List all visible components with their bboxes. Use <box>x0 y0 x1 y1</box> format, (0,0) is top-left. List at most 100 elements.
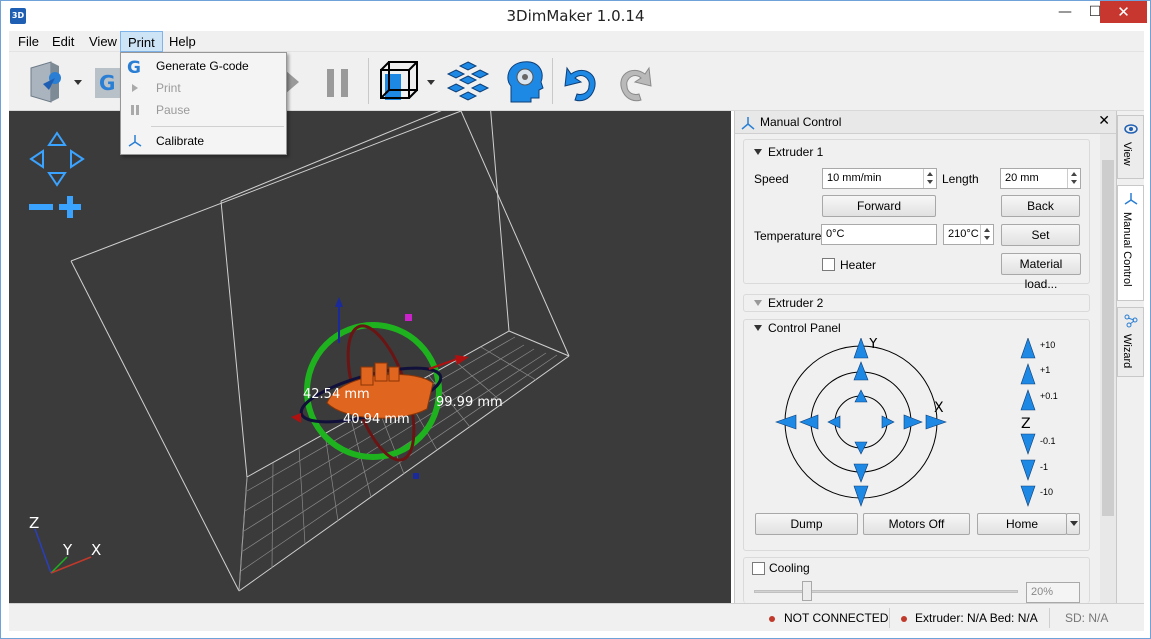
cooling-slider-track[interactable] <box>754 590 1018 593</box>
menu-help[interactable]: Help <box>162 31 203 52</box>
cooling-value: 20% <box>1031 586 1054 598</box>
jog-z-plus-01-icon[interactable] <box>1020 389 1036 411</box>
pan-left-icon[interactable] <box>29 149 44 169</box>
jog-x-minus-medium-icon[interactable] <box>799 414 819 430</box>
extruder2-group[interactable]: Extruder 2 <box>743 294 1090 312</box>
cooling-slider-handle[interactable] <box>802 581 812 601</box>
sd-status: SD: N/A <box>1065 611 1109 625</box>
collapse-triangle-icon[interactable] <box>754 149 762 155</box>
slicer-icon[interactable] <box>443 56 493 108</box>
home-button[interactable]: Home <box>977 513 1067 535</box>
speed-input[interactable]: 10 mm/min <box>822 168 937 189</box>
jog-y-plus-large-icon[interactable] <box>853 338 869 359</box>
jog-y-minus-medium-icon[interactable] <box>853 463 869 483</box>
eye-icon <box>1124 124 1138 134</box>
jog-y-minus-large-icon[interactable] <box>853 485 869 507</box>
panel-close-button[interactable]: ✕ <box>1098 113 1110 129</box>
collapse-triangle-icon[interactable] <box>754 325 762 331</box>
close-button[interactable]: ✕ <box>1100 1 1147 23</box>
menu-file[interactable]: File <box>11 31 46 52</box>
pause-icon[interactable] <box>323 56 353 108</box>
extruder-status-led-icon <box>901 616 907 622</box>
zoom-in-icon[interactable] <box>59 196 81 218</box>
menu-calibrate[interactable]: Calibrate <box>121 130 286 152</box>
temperature-spinner[interactable] <box>980 225 993 244</box>
minimize-button[interactable]: — <box>1050 1 1080 23</box>
cooling-value-field[interactable]: 20% <box>1026 582 1080 603</box>
cooling-label: Cooling <box>769 561 810 575</box>
panel-scrollbar[interactable] <box>1100 134 1116 603</box>
svg-text:G: G <box>127 58 141 75</box>
tab-wizard[interactable]: Wizard <box>1117 307 1144 377</box>
menu-view[interactable]: View <box>82 31 124 52</box>
back-button[interactable]: Back <box>1001 195 1080 217</box>
axis-y-label: Y <box>868 338 878 352</box>
material-load-button[interactable]: Material load... <box>1001 253 1081 291</box>
gcode-icon[interactable]: G <box>93 56 123 108</box>
length-spinner[interactable] <box>1067 169 1080 188</box>
pan-up-icon[interactable] <box>47 131 67 146</box>
home-dropdown-button[interactable] <box>1066 513 1080 535</box>
tab-view[interactable]: View <box>1117 115 1144 179</box>
heater-checkbox[interactable] <box>822 258 835 271</box>
pan-right-icon[interactable] <box>70 149 85 169</box>
jog-x-minus-small-icon[interactable] <box>827 415 841 429</box>
xy-jog-pad[interactable]: Y X <box>774 338 956 508</box>
chevron-down-icon <box>1070 521 1078 526</box>
jog-x-plus-large-icon[interactable] <box>925 414 947 430</box>
toolbar-separator <box>368 58 369 104</box>
cooling-group: Cooling 20% <box>743 557 1090 603</box>
dump-button[interactable]: Dump <box>755 513 858 535</box>
z-jog-column[interactable]: Z <box>1018 338 1038 508</box>
group-title: Extruder 2 <box>768 296 824 310</box>
length-label: Length <box>942 172 979 186</box>
menu-print-item[interactable]: Print <box>121 77 286 99</box>
play-icon <box>132 84 138 92</box>
jog-y-plus-medium-icon[interactable] <box>853 361 869 381</box>
pan-down-icon[interactable] <box>47 172 67 187</box>
zoom-out-icon[interactable] <box>29 204 53 210</box>
menu-separator <box>151 126 284 127</box>
jog-x-minus-large-icon[interactable] <box>775 414 797 430</box>
jog-x-plus-small-icon[interactable] <box>881 415 895 429</box>
temperature-label: Temperature <box>754 229 822 243</box>
temperature-status: Extruder: N/A Bed: N/A <box>915 611 1038 625</box>
motors-off-button[interactable]: Motors Off <box>863 513 970 535</box>
undo-icon[interactable] <box>559 56 603 108</box>
z-step-label: -0.1 <box>1040 436 1056 446</box>
chevron-down-icon[interactable] <box>71 56 85 108</box>
forward-button[interactable]: Forward <box>822 195 936 217</box>
3d-viewport[interactable]: 42.54 mm 40.94 mm 99.99 mm Z Y X <box>9 111 731 603</box>
speed-spinner[interactable] <box>923 169 936 188</box>
menu-item-label: Calibrate <box>156 134 205 148</box>
menu-pause-item[interactable]: Pause <box>121 99 286 121</box>
jog-z-plus-10-icon[interactable] <box>1020 338 1036 359</box>
set-temperature-button[interactable]: Set <box>1001 224 1080 246</box>
menu-print[interactable]: Print <box>120 31 163 52</box>
jog-z-plus-1-icon[interactable] <box>1020 363 1036 385</box>
view-cube-icon[interactable] <box>375 56 423 108</box>
scrollbar-thumb[interactable] <box>1102 160 1114 516</box>
collapse-triangle-icon[interactable] <box>754 300 762 306</box>
jog-z-minus-01-icon[interactable] <box>1020 433 1036 455</box>
manual-control-panel: Manual Control ✕ Extruder 1 Speed 10 mm/… <box>734 111 1116 603</box>
scene-canvas[interactable]: 42.54 mm 40.94 mm 99.99 mm Z Y X <box>9 111 731 603</box>
wizard-brain-icon[interactable] <box>501 56 549 108</box>
jog-z-minus-10-icon[interactable] <box>1020 485 1036 507</box>
open-model-icon[interactable] <box>25 56 69 108</box>
menu-edit[interactable]: Edit <box>45 31 81 52</box>
jog-z-minus-1-icon[interactable] <box>1020 459 1036 481</box>
z-step-label: -1 <box>1040 462 1049 472</box>
menu-generate-gcode[interactable]: G Generate G-code <box>121 55 286 77</box>
redo-icon[interactable] <box>613 56 657 108</box>
manual-control-icon <box>741 117 755 130</box>
cooling-checkbox[interactable] <box>752 562 765 575</box>
status-bar: NOT CONNECTED Extruder: N/A Bed: N/A SD:… <box>9 603 1144 631</box>
temperature-target-input[interactable]: 210°C <box>943 224 994 245</box>
status-separator <box>889 608 890 628</box>
chevron-down-icon[interactable] <box>425 56 437 108</box>
jog-x-plus-medium-icon[interactable] <box>903 414 923 430</box>
tab-manual-control[interactable]: Manual Control <box>1117 185 1144 301</box>
length-input[interactable]: 20 mm <box>1000 168 1081 189</box>
pause-icon <box>131 105 139 115</box>
